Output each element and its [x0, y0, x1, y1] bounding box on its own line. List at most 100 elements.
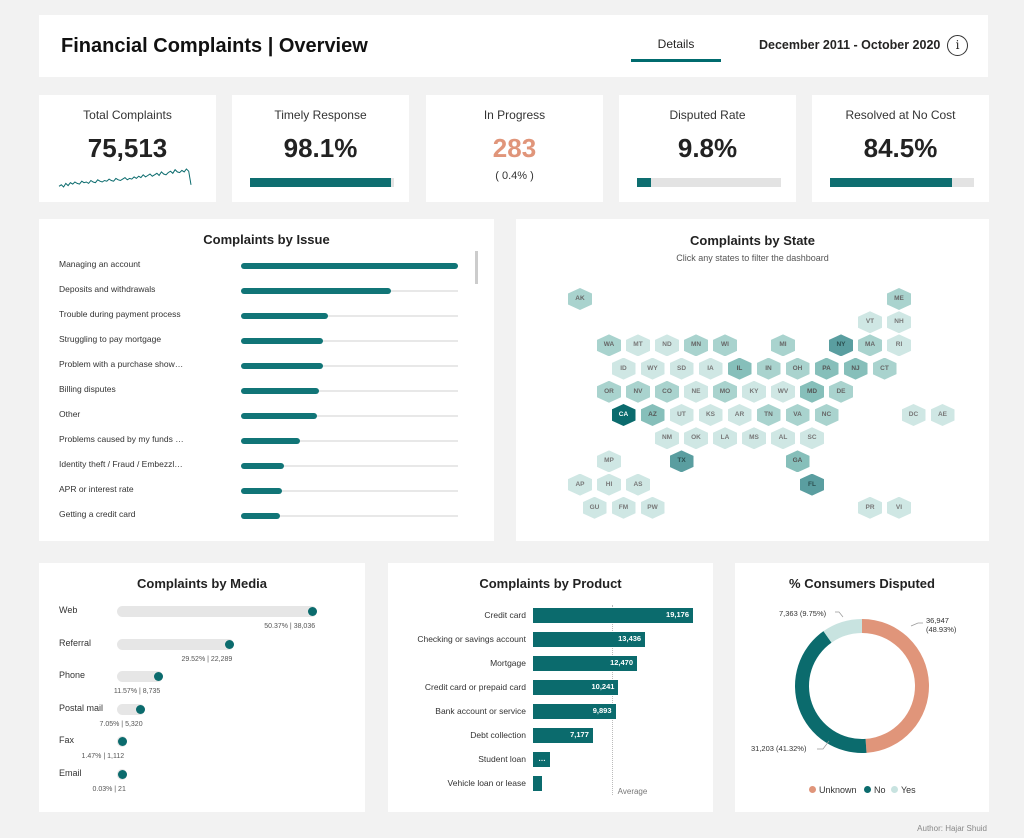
state-hex-ak[interactable]: AK [568, 288, 592, 310]
state-hex-id[interactable]: ID [611, 357, 636, 380]
product-bar[interactable]: … [533, 752, 550, 767]
issue-bar[interactable] [241, 263, 458, 269]
issue-row[interactable]: Getting a credit card [39, 506, 479, 526]
state-hex-wy[interactable]: WY [640, 357, 665, 380]
state-hex-as[interactable]: AS [626, 473, 650, 496]
state-hex-fl[interactable]: FL [800, 473, 824, 496]
state-hex-ne[interactable]: NE [684, 380, 708, 403]
state-hex-wi[interactable]: WI [713, 334, 737, 357]
state-hex-nh[interactable]: NH [887, 311, 911, 334]
state-hex-ma[interactable]: MA [858, 334, 882, 357]
state-hex-ca[interactable]: CA [611, 404, 636, 426]
issue-bar[interactable] [241, 513, 281, 519]
state-hex-pr[interactable]: PR [858, 496, 882, 519]
legend-yes[interactable]: Yes [891, 785, 916, 795]
issue-row[interactable]: Trouble during payment process [39, 306, 479, 326]
issue-bar[interactable] [241, 413, 317, 419]
state-hex-nd[interactable]: ND [655, 334, 679, 357]
issue-row[interactable]: Managing an account [39, 256, 479, 276]
issue-row[interactable]: Problem with a purchase show… [39, 356, 479, 376]
state-hex-sc[interactable]: SC [800, 427, 824, 450]
issue-bar[interactable] [241, 288, 391, 294]
state-hex-mo[interactable]: MO [713, 380, 737, 403]
state-hex-gu[interactable]: GU [582, 496, 607, 519]
media-dot[interactable] [118, 737, 127, 746]
state-hex-tx[interactable]: TX [669, 450, 694, 473]
state-hex-tn[interactable]: TN [756, 404, 781, 426]
state-hex-az[interactable]: AZ [640, 404, 665, 426]
state-hex-dc[interactable]: DC [901, 404, 926, 426]
state-hex-nm[interactable]: NM [655, 427, 679, 450]
issue-row[interactable]: APR or interest rate [39, 481, 479, 501]
issue-bar[interactable] [241, 363, 324, 369]
state-hex-or[interactable]: OR [597, 380, 621, 403]
legend-unknown[interactable]: Unknown [809, 785, 857, 795]
state-hex-me[interactable]: ME [887, 288, 911, 310]
state-hex-sd[interactable]: SD [669, 357, 694, 380]
info-icon[interactable]: i [947, 35, 968, 56]
issue-row[interactable]: Billing disputes [39, 381, 479, 401]
media-dot[interactable] [135, 704, 145, 714]
state-hex-in[interactable]: IN [756, 357, 781, 380]
product-bar[interactable]: 12,470 [533, 656, 638, 671]
product-bar[interactable] [533, 776, 542, 791]
legend-no[interactable]: No [864, 785, 886, 795]
media-dot[interactable] [153, 672, 163, 681]
issue-bar[interactable] [241, 338, 324, 344]
state-hex-mn[interactable]: MN [684, 334, 708, 357]
state-hex-ky[interactable]: KY [742, 380, 766, 403]
issue-bar[interactable] [241, 438, 300, 444]
state-hex-al[interactable]: AL [771, 427, 795, 450]
state-hex-vt[interactable]: VT [858, 311, 882, 334]
issue-scrollbar[interactable] [475, 251, 478, 284]
state-hex-mt[interactable]: MT [626, 334, 650, 357]
media-dot[interactable] [308, 607, 317, 616]
state-hex-mp[interactable]: MP [597, 450, 621, 473]
issue-row[interactable]: Other [39, 406, 479, 426]
issue-row[interactable]: Problems caused by my funds … [39, 431, 479, 451]
state-hex-ok[interactable]: OK [684, 427, 708, 450]
donut-slice-no[interactable] [795, 631, 867, 753]
issue-row[interactable]: Deposits and withdrawals [39, 281, 479, 301]
state-hex-hi[interactable]: HI [597, 473, 621, 496]
state-hex-il[interactable]: IL [727, 357, 752, 380]
tab-details[interactable]: Details [631, 37, 721, 51]
donut-slice-yes[interactable] [823, 619, 862, 643]
issue-bar[interactable] [241, 463, 285, 469]
product-bar[interactable]: 10,241 [533, 680, 619, 695]
state-hex-ar[interactable]: AR [727, 404, 752, 426]
issue-row[interactable]: Struggling to pay mortgage [39, 331, 479, 351]
issue-bar[interactable] [241, 488, 283, 494]
state-hex-ap[interactable]: AP [568, 473, 592, 496]
state-hex-ny[interactable]: NY [829, 334, 853, 357]
state-hex-ga[interactable]: GA [785, 450, 810, 473]
state-hex-nc[interactable]: NC [814, 404, 839, 426]
state-hex-pw[interactable]: PW [640, 496, 665, 519]
product-bar[interactable]: 13,436 [533, 632, 646, 647]
issue-bar[interactable] [241, 388, 320, 394]
state-hex-mi[interactable]: MI [771, 334, 795, 357]
state-hex-ae[interactable]: AE [930, 404, 955, 426]
state-hex-wv[interactable]: WV [771, 380, 795, 403]
state-hex-md[interactable]: MD [800, 380, 824, 403]
state-hex-ri[interactable]: RI [887, 334, 911, 357]
state-hex-vi[interactable]: VI [887, 496, 911, 519]
state-hex-pa[interactable]: PA [814, 357, 839, 380]
state-hex-ms[interactable]: MS [742, 427, 766, 450]
state-hex-nj[interactable]: NJ [843, 357, 868, 380]
product-bar[interactable]: 9,893 [533, 704, 616, 719]
product-bar[interactable]: 19,176 [533, 608, 693, 623]
state-hex-wa[interactable]: WA [597, 334, 621, 357]
state-hex-la[interactable]: LA [713, 427, 737, 450]
state-hex-de[interactable]: DE [829, 380, 853, 403]
state-hex-co[interactable]: CO [655, 380, 679, 403]
state-hex-va[interactable]: VA [785, 404, 810, 426]
state-hex-nv[interactable]: NV [626, 380, 650, 403]
donut-slice-unknown[interactable] [862, 619, 929, 753]
media-dot[interactable] [225, 639, 235, 649]
state-hex-fm[interactable]: FM [611, 496, 636, 519]
state-hex-oh[interactable]: OH [785, 357, 810, 380]
media-dot[interactable] [118, 769, 127, 779]
issue-bar[interactable] [241, 313, 328, 319]
state-hex-ct[interactable]: CT [872, 357, 897, 380]
